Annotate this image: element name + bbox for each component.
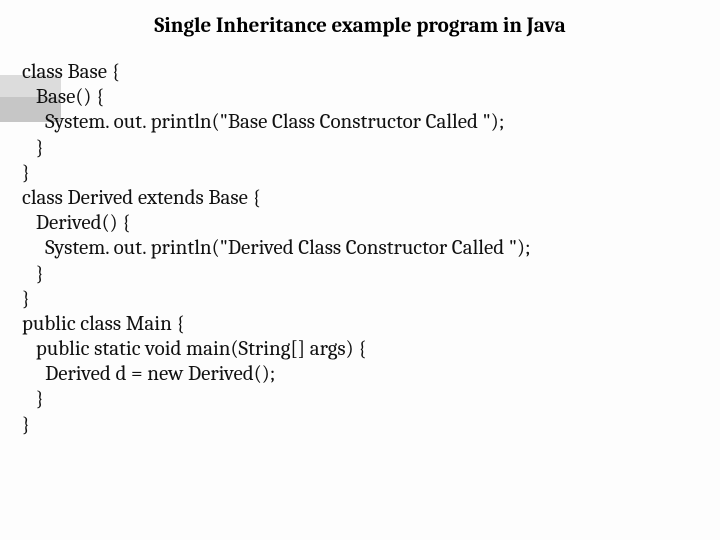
slide: Single Inheritance example program in Ja… <box>0 0 720 540</box>
code-line: class Derived extends Base { <box>22 186 261 210</box>
code-line: System. out. println("Base Class Constru… <box>22 110 504 134</box>
code-line: Derived d = new Derived(); <box>22 362 275 386</box>
slide-title: Single Inheritance example program in Ja… <box>22 14 698 38</box>
code-line: } <box>22 161 30 185</box>
code-line: public class Main { <box>22 312 185 336</box>
code-line: System. out. println("Derived Class Cons… <box>22 236 531 260</box>
code-line: } <box>22 136 44 160</box>
code-line: } <box>22 287 30 311</box>
code-line: class Base { <box>22 60 120 84</box>
code-line: } <box>22 387 44 411</box>
code-line: } <box>22 262 44 286</box>
code-line: Base() { <box>22 85 104 109</box>
code-line: Derived() { <box>22 211 130 235</box>
code-line: } <box>22 413 30 437</box>
code-block: class Base { Base() { System. out. print… <box>22 60 698 438</box>
code-line: public static void main(String[] args) { <box>22 337 366 361</box>
